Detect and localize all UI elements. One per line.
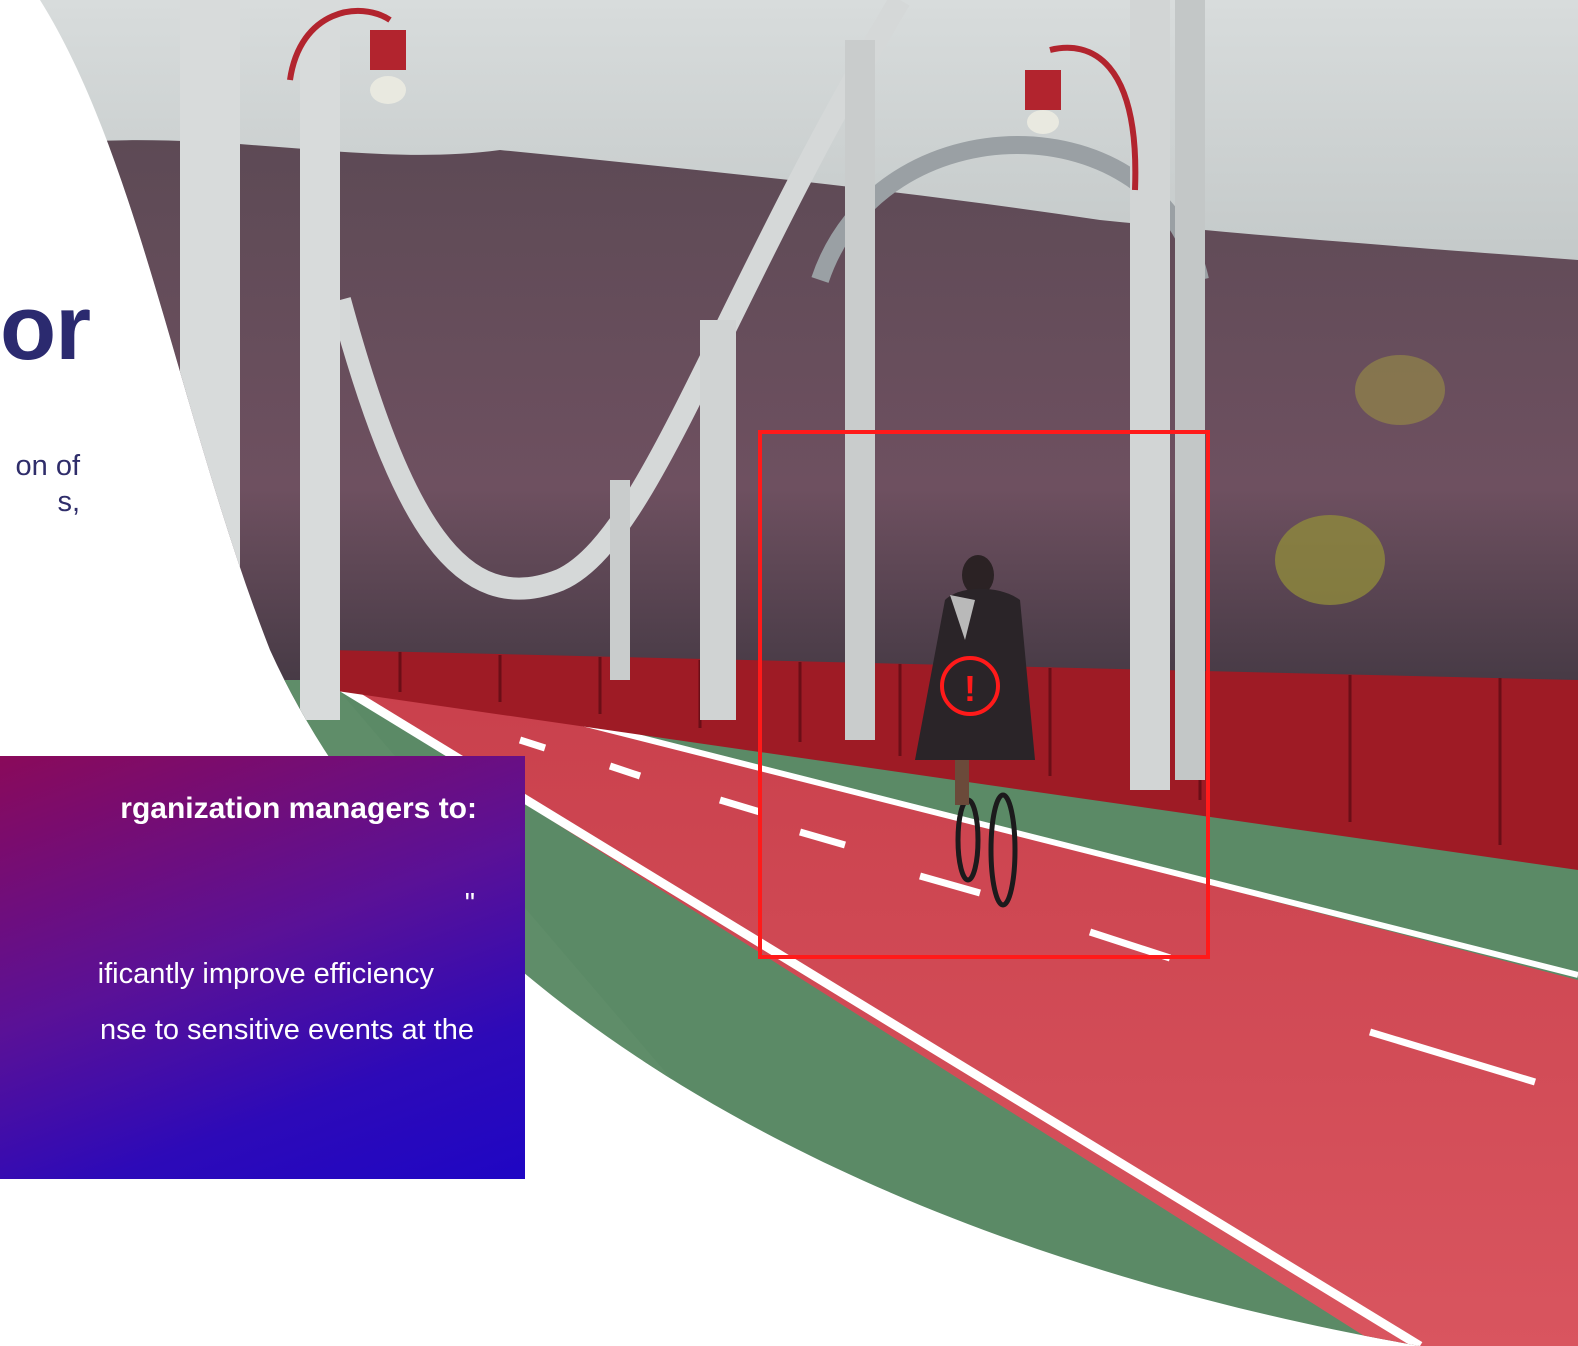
callout-line-3: nse to sensitive events at the <box>100 1014 474 1046</box>
pylon <box>1130 0 1170 790</box>
alert-symbol: ! <box>964 668 976 709</box>
page: or on of s, ! rganization managers to: "… <box>0 0 1578 1346</box>
callout-line-2: ificantly improve efficiency <box>97 958 434 990</box>
pylon <box>610 480 630 680</box>
callout-title: rganization managers to: <box>120 792 477 825</box>
foliage <box>1275 515 1385 605</box>
callout-line-1: " <box>464 888 475 920</box>
pylon <box>1175 0 1205 780</box>
foliage <box>1355 355 1445 425</box>
pylon <box>180 0 240 700</box>
pylon <box>300 0 340 720</box>
pylon <box>700 320 736 720</box>
pylon <box>845 40 875 740</box>
